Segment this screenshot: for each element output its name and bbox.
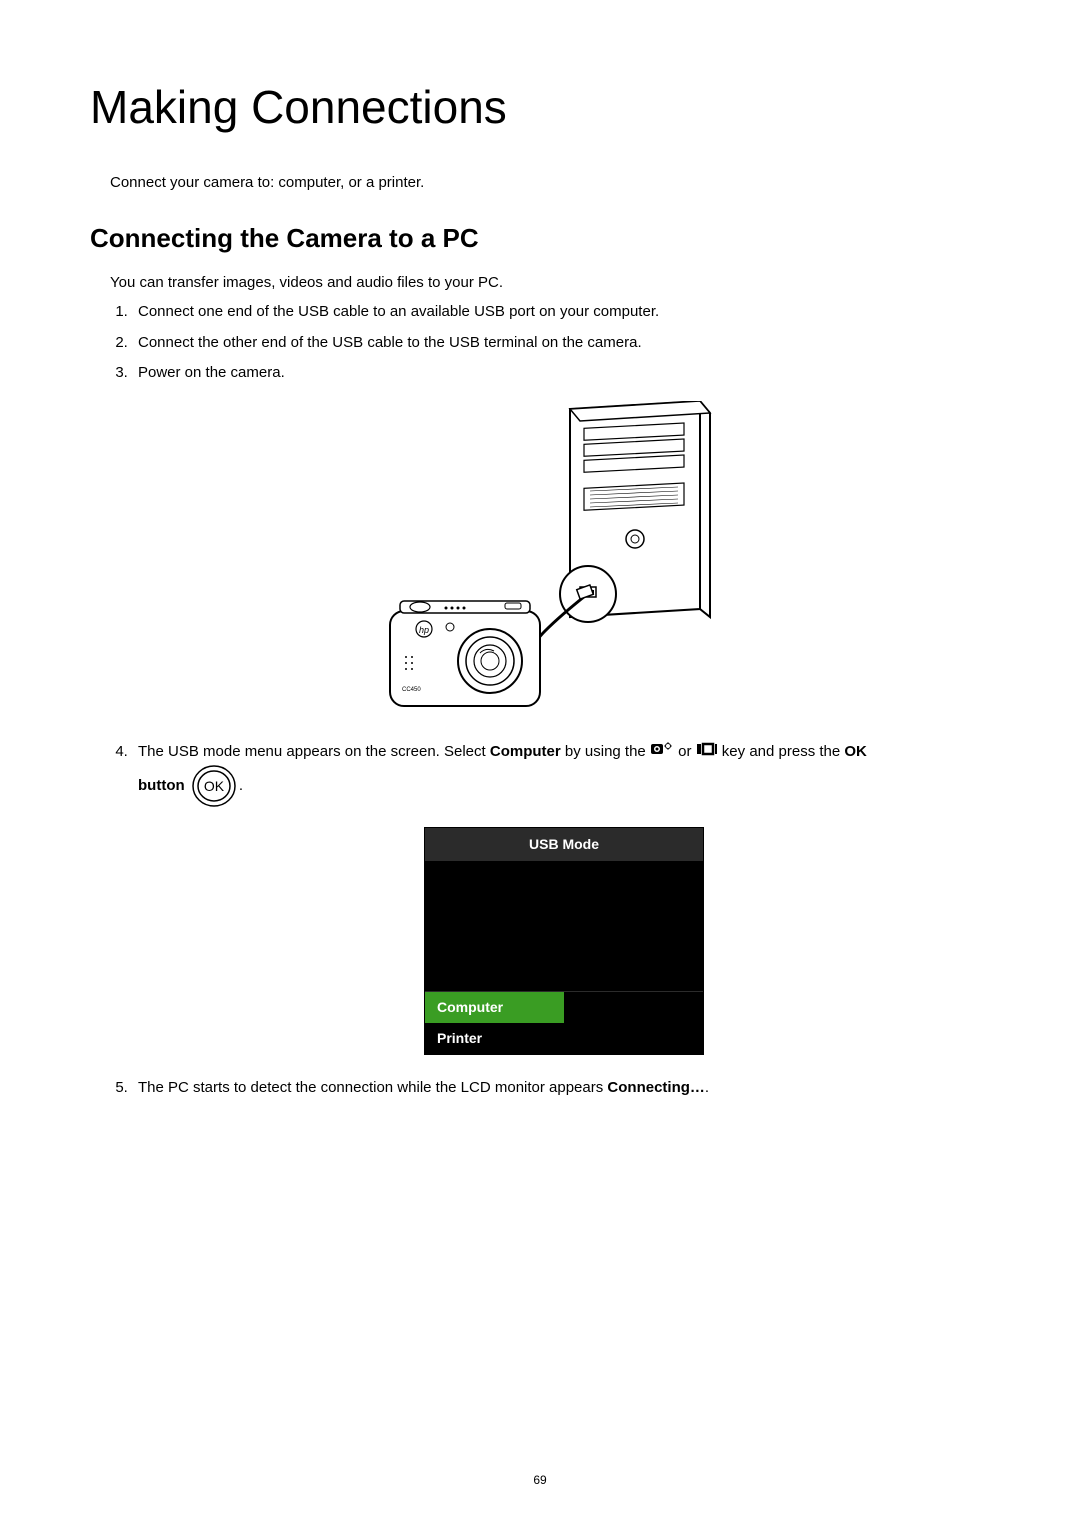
step-5-text-a: The PC starts to detect the connection w… bbox=[138, 1079, 607, 1096]
step-5: The PC starts to detect the connection w… bbox=[132, 1077, 990, 1100]
step-2: Connect the other end of the USB cable t… bbox=[132, 332, 990, 355]
camera-pc-figure: hp CC450 bbox=[90, 401, 990, 721]
step-4: The USB mode menu appears on the screen.… bbox=[132, 741, 990, 1056]
step-4-period: . bbox=[239, 777, 243, 794]
steps-list-continued: The USB mode menu appears on the screen.… bbox=[132, 741, 990, 1100]
ok-button-icon: OK bbox=[191, 763, 237, 809]
usb-mode-header: USB Mode bbox=[425, 828, 703, 861]
step-4-button-label: button bbox=[138, 777, 185, 794]
svg-text:hp: hp bbox=[419, 625, 429, 635]
usb-mode-option-printer[interactable]: Printer bbox=[425, 1023, 564, 1054]
step-3: Power on the camera. bbox=[132, 362, 990, 385]
step-4-computer: Computer bbox=[490, 743, 561, 760]
step-4-text-d: key and press the bbox=[718, 743, 845, 760]
section-title: Connecting the Camera to a PC bbox=[90, 223, 990, 254]
step-4-text-b: by using the bbox=[561, 743, 650, 760]
svg-text:CC450: CC450 bbox=[402, 687, 421, 693]
intro-text: Connect your camera to: computer, or a p… bbox=[110, 174, 990, 191]
page-title: Making Connections bbox=[90, 80, 990, 134]
page-number: 69 bbox=[0, 1473, 1080, 1487]
step-5-connecting: Connecting… bbox=[607, 1079, 705, 1096]
step-4-text-c: or bbox=[674, 743, 696, 760]
step-5-text-b: . bbox=[705, 1079, 709, 1096]
usb-mode-option-computer[interactable]: Computer bbox=[425, 992, 564, 1023]
step-4-text-a: The USB mode menu appears on the screen.… bbox=[138, 743, 490, 760]
step-1: Connect one end of the USB cable to an a… bbox=[132, 301, 990, 324]
usb-mode-body bbox=[425, 861, 703, 991]
step-4-ok: OK bbox=[844, 743, 867, 760]
display-key-icon bbox=[696, 741, 718, 764]
ok-icon-label: OK bbox=[204, 778, 225, 794]
usb-mode-screen: USB Mode Computer Printer bbox=[424, 827, 704, 1055]
usb-mode-options: Computer Printer bbox=[425, 991, 703, 1054]
macro-key-icon bbox=[650, 741, 674, 764]
camera-to-pc-diagram: hp CC450 bbox=[360, 401, 720, 721]
section-intro: You can transfer images, videos and audi… bbox=[110, 274, 990, 291]
steps-list: Connect one end of the USB cable to an a… bbox=[132, 301, 990, 385]
